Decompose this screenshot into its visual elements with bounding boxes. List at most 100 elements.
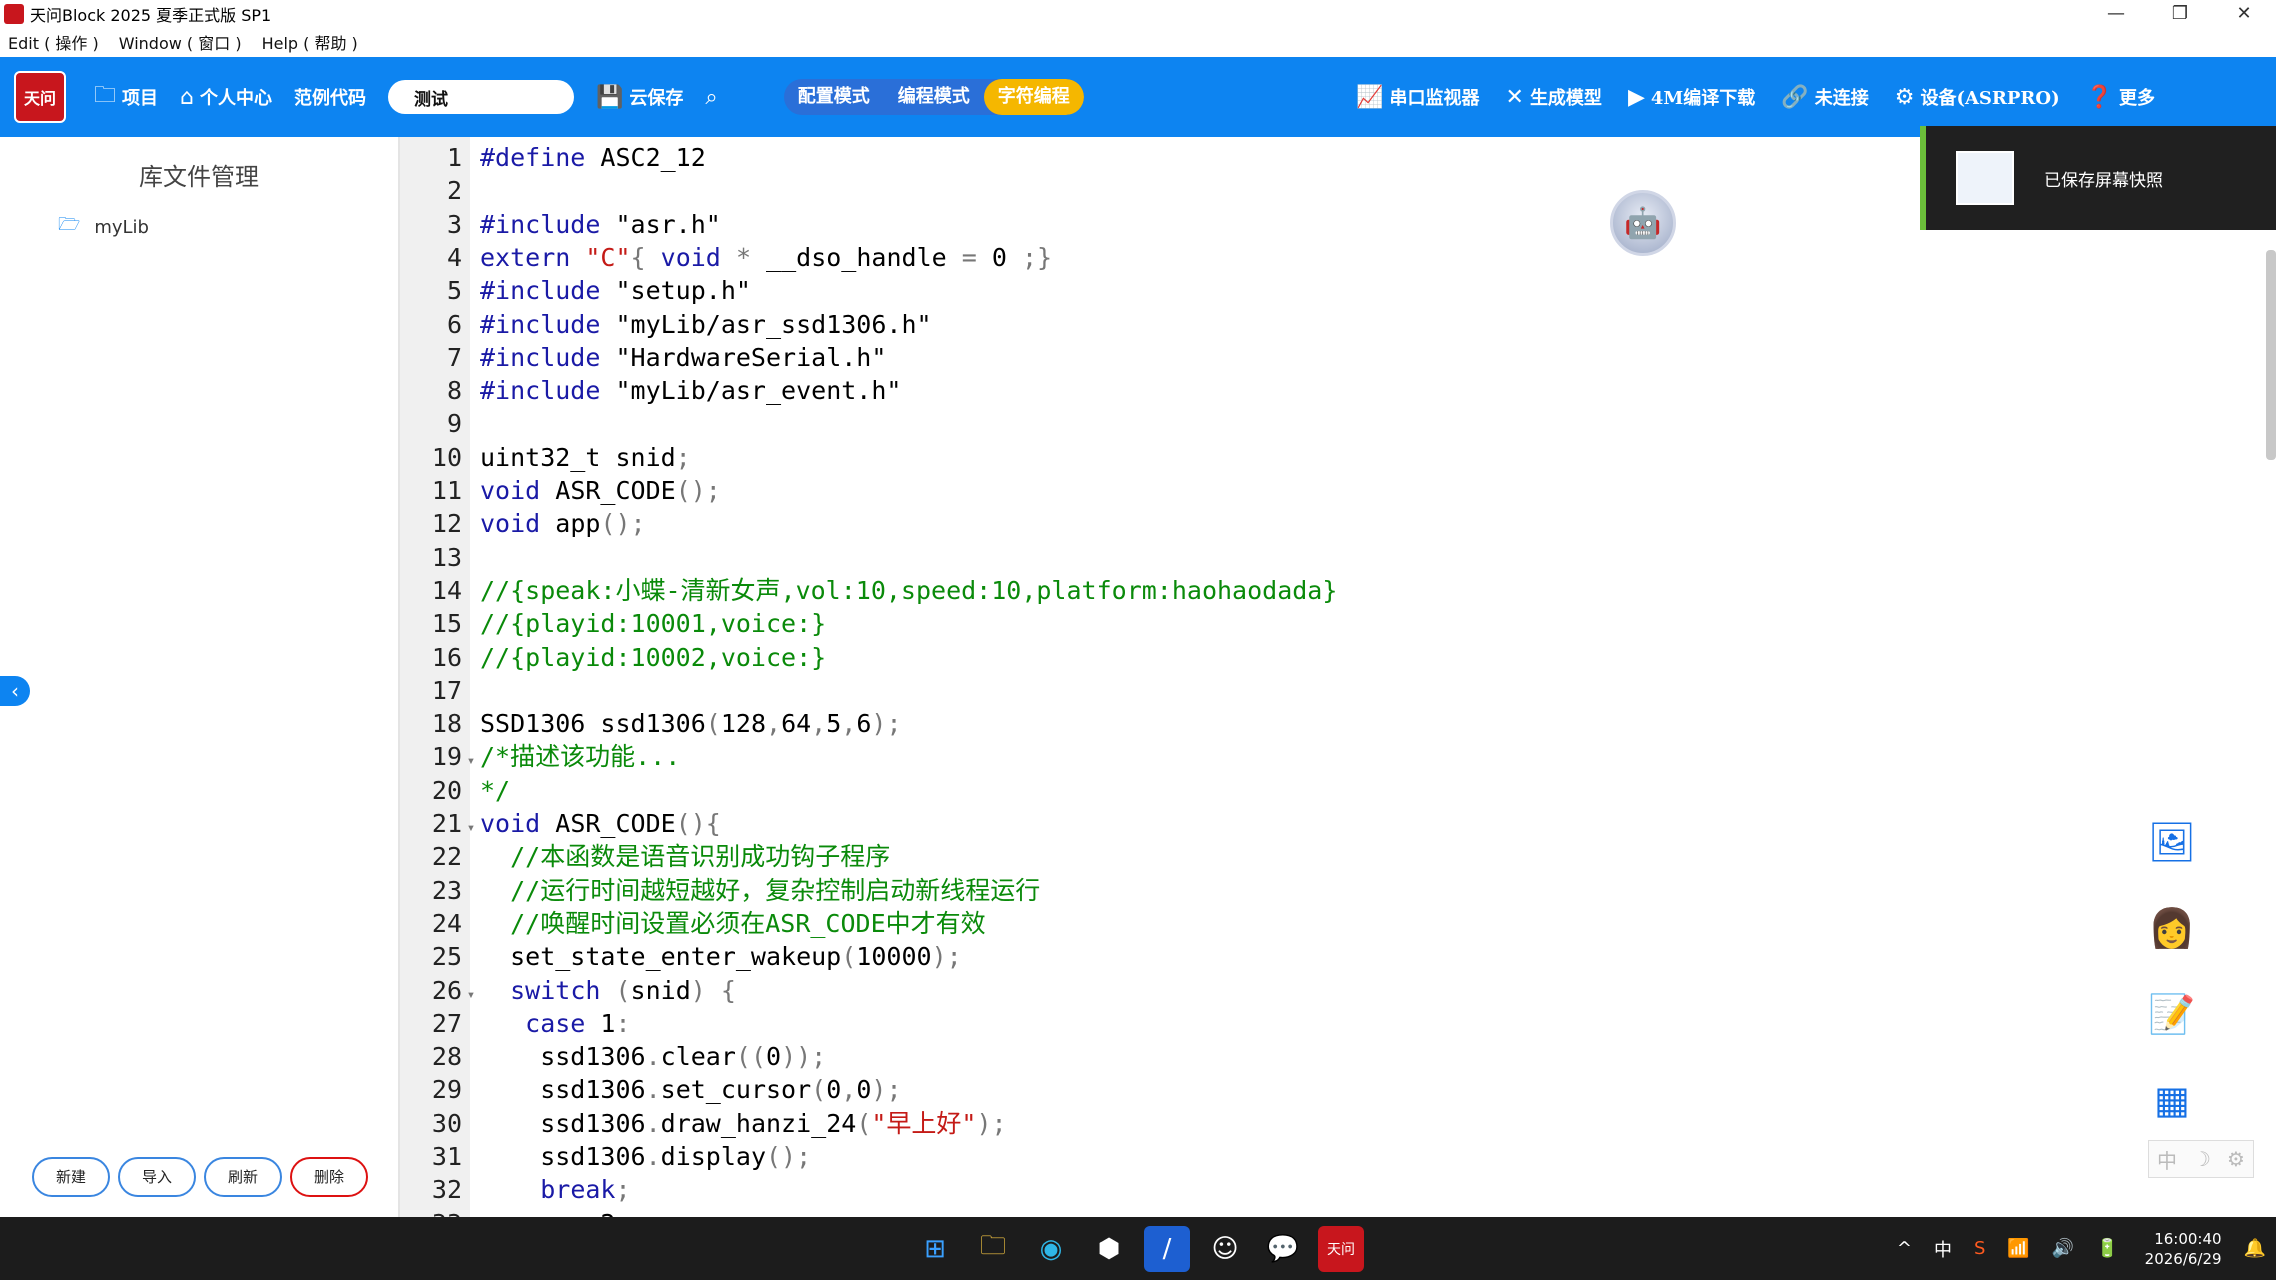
gen-model-button[interactable]: ✕ 生成模型 <box>1506 84 1602 110</box>
ime-toolbar[interactable]: 中 ☽ ⚙ <box>2148 1140 2254 1178</box>
code-line[interactable]: 25 set_state_enter_wakeup(10000); <box>400 940 2200 973</box>
mode-text-code[interactable]: 字符编程 <box>983 79 1084 115</box>
collapse-sidebar-icon[interactable]: ‹ <box>0 676 30 706</box>
code-line[interactable]: 8 #include "myLib/asr_event.h" <box>400 374 2200 407</box>
line-number: 18 <box>431 709 462 739</box>
code-line[interactable]: 12 void app(); <box>400 507 2200 540</box>
delete-button[interactable]: 删除 <box>290 1157 368 1197</box>
code-line[interactable]: 28 ssd1306.clear((0)); <box>400 1040 2200 1073</box>
edge-browser-icon[interactable]: ◉ <box>1028 1226 1074 1272</box>
tianwen-block-icon[interactable]: 天问 <box>1318 1225 1364 1272</box>
image-add-icon[interactable]: 🖼 <box>2140 810 2204 874</box>
volume-icon[interactable]: 🔊 <box>2052 1238 2074 1259</box>
tray-chevron-icon[interactable]: ^ <box>1897 1238 1912 1259</box>
ime-settings-icon[interactable]: ⚙ <box>2227 1147 2245 1171</box>
gen-model-label: 生成模型 <box>1529 88 1602 109</box>
qrcode-icon[interactable]: ▦ <box>2140 1068 2204 1132</box>
code-line[interactable]: 31 ssd1306.display(); <box>400 1140 2200 1173</box>
minimize-button[interactable]: — <box>2084 0 2148 28</box>
code-line[interactable]: 5 #include "setup.h" <box>400 274 2200 307</box>
ime-moon-icon[interactable]: ☽ <box>2193 1147 2211 1171</box>
clock[interactable]: 16:00:40 2026/6/29 <box>2145 1229 2222 1269</box>
project-name-input[interactable]: 测试 <box>387 80 574 114</box>
avatar-app-icon[interactable]: ☺ <box>1202 1226 1248 1272</box>
import-button[interactable]: 导入 <box>118 1157 196 1197</box>
sidebar-item-mylib[interactable]: 🗁 myLib <box>58 212 398 242</box>
code-line[interactable]: 18 SSD1306 ssd1306(128,64,5,6); <box>400 707 2200 740</box>
ime-chinese-icon[interactable]: 中 <box>2157 1145 2177 1174</box>
code-text: //运行时间越短越好，复杂控制启动新线程运行 <box>510 875 1041 905</box>
code-line[interactable]: 13 <box>400 541 2200 574</box>
mode-switch: 配置模式 编程模式 字符编程 <box>783 79 1084 115</box>
search-button[interactable]: ⌕ <box>705 85 723 110</box>
menu-window[interactable]: Window ( 窗口 ) <box>119 30 242 54</box>
play-icon: ▶ <box>1627 84 1645 110</box>
wechat-icon[interactable]: 💬 <box>1260 1226 1306 1272</box>
code-line[interactable]: 32 break; <box>400 1173 2200 1206</box>
connect-button[interactable]: 🔗 未连接 <box>1781 84 1868 110</box>
profile-button[interactable]: ⌂ 个人中心 <box>180 84 272 110</box>
windows-start-icon[interactable]: ⊞ <box>912 1226 958 1272</box>
line-number: 17 <box>431 675 462 705</box>
code-text: case 2: <box>480 1209 630 1217</box>
robot-assistant-icon[interactable]: 🤖 <box>1610 190 1676 256</box>
code-text: #define ASC2_12 <box>480 143 706 172</box>
code-line[interactable]: 29 ssd1306.set_cursor(0,0); <box>400 1073 2200 1106</box>
code-line[interactable]: 9 <box>400 407 2200 440</box>
compile-download-button[interactable]: ▶ 4M编译下载 <box>1628 84 1755 110</box>
refresh-button[interactable]: 刷新 <box>204 1157 282 1197</box>
code-text: */ <box>480 775 511 805</box>
folder-icon: 🗁 <box>58 214 81 235</box>
code-line[interactable]: 17 <box>400 674 2200 707</box>
cloud-save-button[interactable]: 💾 云保存 <box>596 84 683 110</box>
new-button[interactable]: 新建 <box>32 1157 110 1197</box>
code-line[interactable]: 22 //本函数是语音识别成功钩子程序 <box>400 840 2200 873</box>
note-icon[interactable]: 📝 <box>2140 982 2204 1046</box>
wifi-icon[interactable]: 📶 <box>2007 1238 2029 1259</box>
app-cube-icon[interactable]: ⬢ <box>1086 1226 1132 1272</box>
code-line[interactable]: 6 #include "myLib/asr_ssd1306.h" <box>400 308 2200 341</box>
examples-button[interactable]: 范例代码 <box>294 84 366 110</box>
close-button[interactable]: ✕ <box>2212 0 2276 28</box>
code-line[interactable]: 7 #include "HardwareSerial.h" <box>400 341 2200 374</box>
code-line[interactable]: 33 case 2: <box>400 1207 2200 1217</box>
mode-config[interactable]: 配置模式 <box>784 79 884 115</box>
code-line[interactable]: 15 //{playid:10001,voice:} <box>400 607 2200 640</box>
code-editor[interactable]: 1 #define ASC2_12 2 3 #include "asr.h" 4 exter… <box>400 137 2276 1217</box>
device-button[interactable]: ⚙ 设备(ASRPRO) <box>1895 84 2060 110</box>
code-line[interactable]: 11 void ASR_CODE(); <box>400 474 2200 507</box>
app-code-icon[interactable]: / <box>1144 1225 1190 1272</box>
menu-help[interactable]: Help ( 帮助 ) <box>262 30 358 54</box>
serial-monitor-button[interactable]: 📈 串口监视器 <box>1356 84 1479 110</box>
project-button[interactable]: 🗀 项目 <box>94 78 158 116</box>
code-line[interactable]: 24 //唤醒时间设置必须在ASR_CODE中才有效 <box>400 907 2200 940</box>
editor-scrollbar[interactable] <box>2266 250 2276 460</box>
code-line[interactable]: 4 extern "C"{ void * __dso_handle = 0 ;} <box>400 241 2200 274</box>
file-explorer-icon[interactable]: 🗀 <box>970 1226 1016 1272</box>
tray-ime-indicator[interactable]: 中 <box>1934 1236 1952 1262</box>
line-number: 24 <box>431 908 462 938</box>
code-line[interactable]: 14 //{speak:小蝶-清新女声,vol:10,speed:10,platf… <box>400 574 2200 607</box>
code-line[interactable]: 20 */ <box>400 774 2200 807</box>
line-number: 20 <box>431 775 462 805</box>
code-line[interactable]: 23 //运行时间越短越好，复杂控制启动新线程运行 <box>400 874 2200 907</box>
code-line[interactable]: 21 ▾ void ASR_CODE(){ <box>400 807 2200 840</box>
screenshot-toast[interactable]: 已保存屏幕快照 <box>1920 126 2276 230</box>
line-number: 22 <box>431 842 462 872</box>
battery-icon[interactable]: 🔋 <box>2096 1238 2118 1259</box>
code-text: //{speak:小蝶-清新女声,vol:10,speed:10,platfor… <box>480 575 1338 605</box>
code-line[interactable]: 19 ▾/*描述该功能... <box>400 740 2200 773</box>
code-text: break; <box>540 1175 631 1205</box>
maximize-button[interactable]: ❐ <box>2148 0 2212 28</box>
more-button[interactable]: ❓ 更多 <box>2086 84 2155 110</box>
tray-sogou-icon[interactable]: S <box>1974 1238 1985 1259</box>
menu-edit[interactable]: Edit ( 操作 ) <box>8 30 99 54</box>
code-line[interactable]: 27 case 1: <box>400 1007 2200 1040</box>
mode-program[interactable]: 编程模式 <box>884 79 984 115</box>
code-line[interactable]: 10 uint32_t snid; <box>400 441 2200 474</box>
code-line[interactable]: 30 ssd1306.draw_hanzi_24("早上好"); <box>400 1107 2200 1140</box>
assistant-avatar-icon[interactable]: 👩 <box>2140 896 2204 960</box>
notification-icon[interactable]: 🔔 <box>2244 1238 2266 1259</box>
code-line[interactable]: 26 ▾ switch (snid) { <box>400 974 2200 1007</box>
code-line[interactable]: 16 //{playid:10002,voice:} <box>400 641 2200 674</box>
